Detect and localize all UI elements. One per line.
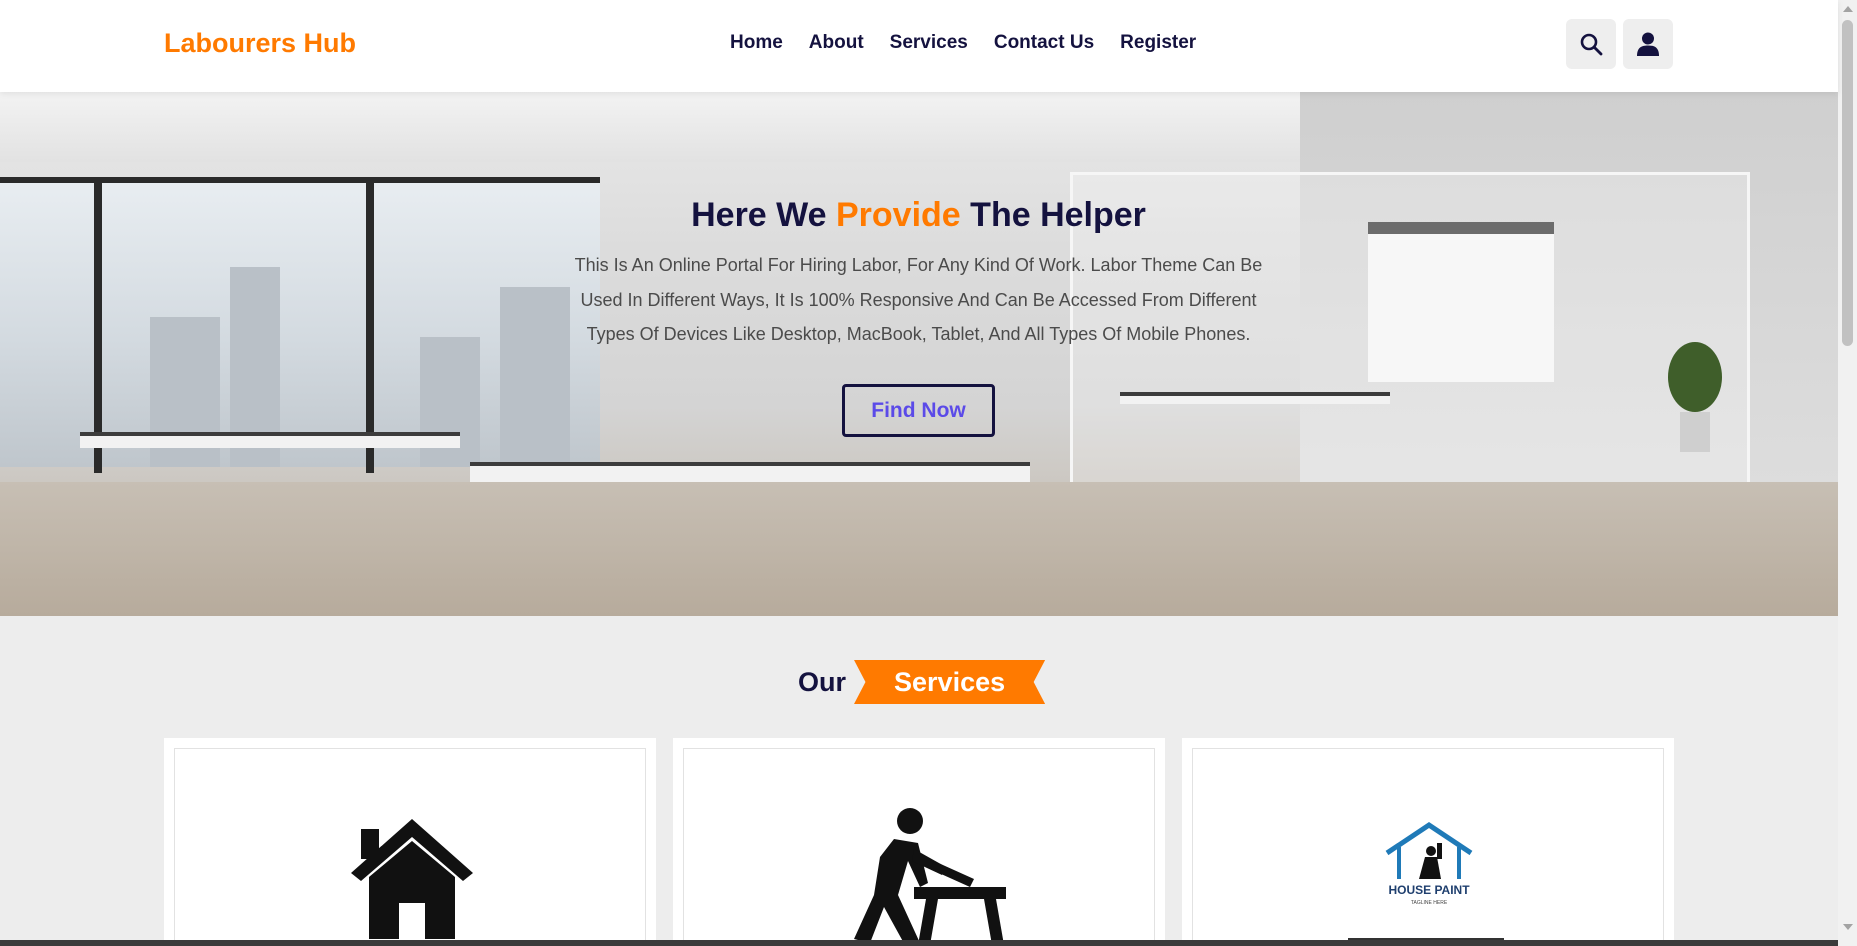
user-button[interactable] (1623, 19, 1673, 69)
hero-title: Here We Provide The Helper (691, 196, 1146, 234)
house-icon (351, 819, 473, 939)
search-icon (1580, 33, 1603, 56)
hero-content: Here We Provide The Helper This Is An On… (560, 196, 1277, 352)
brand-logo[interactable]: Labourers Hub (164, 28, 356, 59)
hero-desk (1120, 392, 1390, 404)
svg-text:HOUSE PAINT: HOUSE PAINT (1388, 883, 1470, 897)
service-card[interactable] (673, 738, 1165, 946)
find-now-button[interactable]: Find Now (842, 384, 995, 437)
hero-desk (470, 462, 1030, 482)
hero-section (0, 92, 1838, 616)
hero-desk (80, 432, 460, 448)
scroll-down-arrow-icon[interactable] (1843, 924, 1853, 930)
svg-text:TAGLINE HERE: TAGLINE HERE (1411, 900, 1448, 906)
house-paint-logo: HOUSE PAINT TAGLINE HERE (1385, 821, 1473, 906)
scroll-thumb[interactable] (1842, 20, 1853, 346)
services-heading-ribbon: Services (854, 660, 1046, 704)
carpenter-icon (854, 808, 1006, 946)
services-heading-prefix: Our (798, 666, 847, 697)
bottom-edge (0, 940, 1838, 946)
nav-register[interactable]: Register (1120, 32, 1196, 54)
nav-about[interactable]: About (809, 32, 864, 54)
service-card[interactable]: HOUSE PAINT TAGLINE HERE (1182, 738, 1674, 946)
hero-plant-pot (1680, 412, 1710, 452)
site-header: Labourers Hub Home About Services Contac… (0, 0, 1838, 92)
hero-window (0, 177, 600, 473)
main-nav: Home About Services Contact Us Register (730, 32, 1196, 54)
hero-floor (0, 482, 1838, 616)
hero-title-highlight: Provide (836, 196, 961, 234)
hero-plant (1668, 342, 1722, 412)
nav-home[interactable]: Home (730, 32, 783, 54)
nav-contact-us[interactable]: Contact Us (994, 32, 1094, 54)
service-card[interactable] (164, 738, 656, 946)
scroll-up-arrow-icon[interactable] (1843, 6, 1853, 12)
user-icon (1637, 32, 1659, 56)
page-scrollbar[interactable] (1838, 0, 1857, 946)
nav-services[interactable]: Services (890, 32, 968, 54)
search-button[interactable] (1566, 19, 1616, 69)
services-heading: Our Services (798, 660, 1046, 704)
hero-description: This Is An Online Portal For Hiring Labo… (574, 255, 1263, 344)
